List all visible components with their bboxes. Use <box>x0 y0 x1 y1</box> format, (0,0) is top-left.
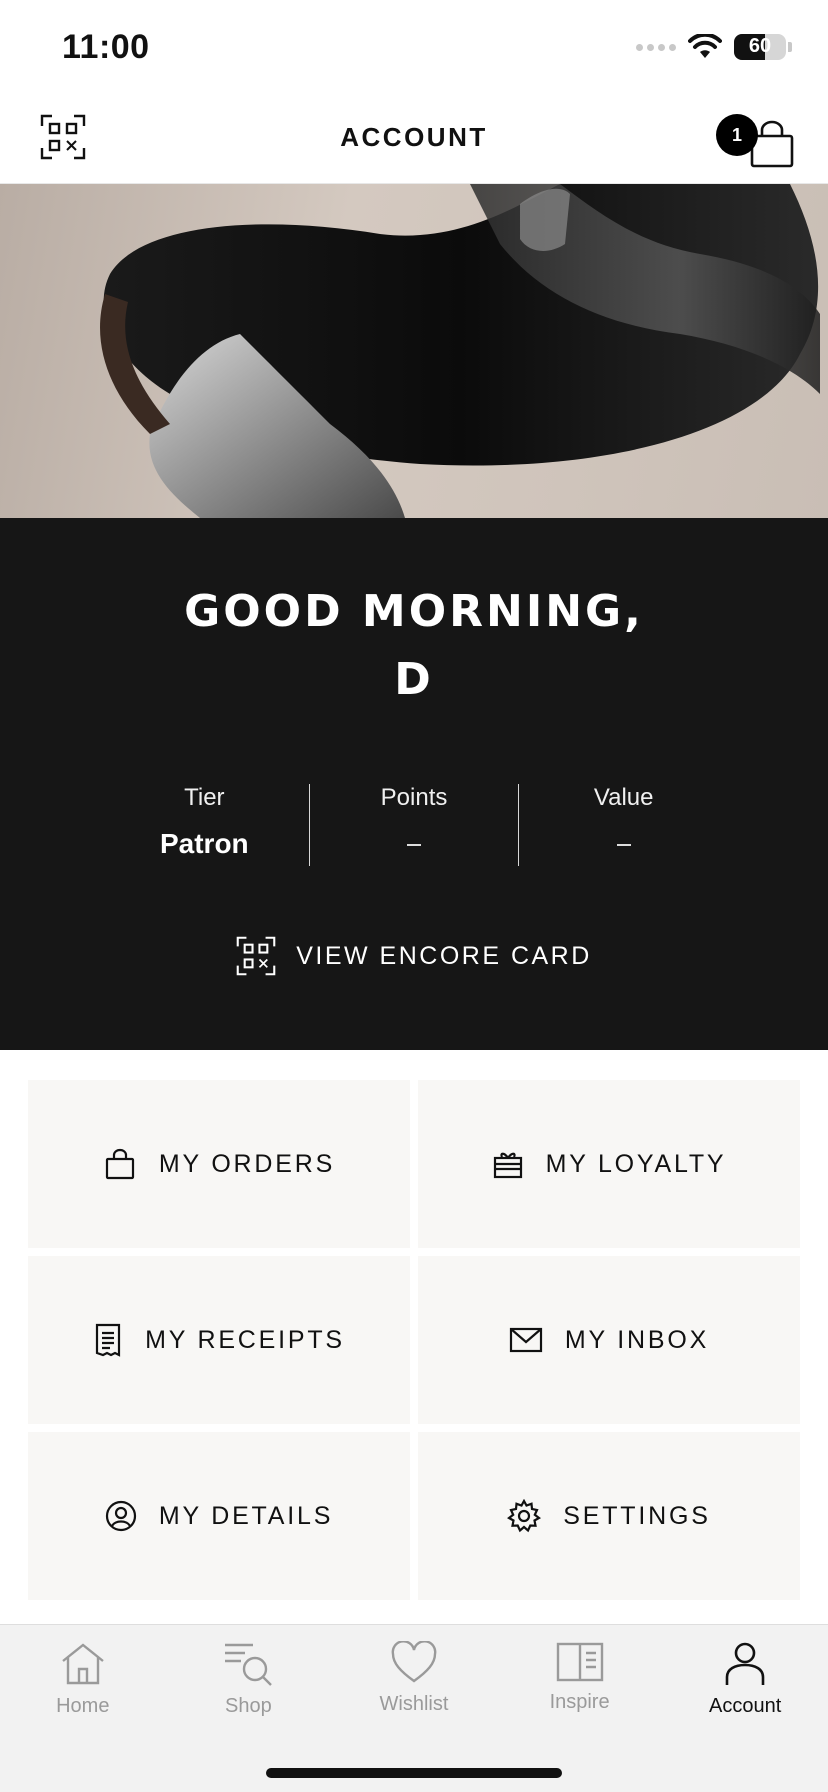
tile-label: MY RECEIPTS <box>145 1325 345 1354</box>
status-bar: 11:00 60 <box>0 0 828 92</box>
home-indicator <box>266 1768 562 1778</box>
stat-points: Points <box>308 784 519 866</box>
account-menu-grid: MY ORDERS MY LOYALTY MY RECEIPTS MY INBO… <box>28 1080 800 1600</box>
heart-icon <box>391 1641 437 1683</box>
my-orders-tile[interactable]: MY ORDERS <box>28 1080 410 1248</box>
stat-label: Tier <box>184 784 225 811</box>
home-icon <box>62 1643 104 1685</box>
status-indicators: 60 <box>636 34 792 60</box>
stat-label: Value <box>593 784 654 811</box>
loyalty-stats: Tier Patron Points Value <box>100 784 728 866</box>
settings-tile[interactable]: SETTINGS <box>418 1432 800 1600</box>
greeting-name: D <box>394 654 434 705</box>
battery-icon: 60 <box>734 34 786 60</box>
bottom-tab-bar: Home Shop Wishlist Inspire Account <box>0 1624 828 1792</box>
gear-icon <box>507 1499 542 1533</box>
my-loyalty-tile[interactable]: MY LOYALTY <box>418 1080 800 1248</box>
person-icon <box>725 1642 765 1685</box>
tab-shop[interactable]: Shop <box>166 1625 332 1745</box>
tile-label: MY ORDERS <box>158 1149 336 1178</box>
search-list-icon <box>225 1643 273 1686</box>
my-inbox-tile[interactable]: MY INBOX <box>418 1256 800 1424</box>
book-icon <box>556 1642 603 1682</box>
bag-icon <box>105 1148 135 1180</box>
tile-label: MY INBOX <box>564 1325 710 1354</box>
stat-value-amount: Value <box>518 784 728 866</box>
tab-inspire[interactable]: Inspire <box>497 1625 663 1745</box>
wifi-icon <box>688 34 722 58</box>
shopping-bag-button[interactable]: 1 <box>716 106 796 170</box>
tab-label: Account <box>709 1695 782 1717</box>
greeting-panel: GOOD MORNING, D Tier Patron Points Value… <box>0 518 828 1050</box>
my-details-tile[interactable]: MY DETAILS <box>28 1432 410 1600</box>
user-circle-icon <box>105 1500 136 1532</box>
my-receipts-tile[interactable]: MY RECEIPTS <box>28 1256 410 1424</box>
app-header: ACCOUNT 1 <box>0 92 828 184</box>
qr-code-icon <box>236 936 276 976</box>
receipt-icon <box>95 1323 121 1357</box>
greeting-heading: GOOD MORNING, D <box>0 578 828 714</box>
stat-tier: Tier Patron <box>100 784 309 866</box>
stat-empty-value <box>616 844 631 846</box>
stat-value: Patron <box>159 828 249 859</box>
tile-label: MY DETAILS <box>158 1501 334 1530</box>
tab-label: Inspire <box>549 1691 610 1713</box>
stat-empty-value <box>407 844 421 846</box>
stat-label: Points <box>380 784 448 811</box>
cellular-signal-icon <box>636 43 676 51</box>
tile-label: MY LOYALTY <box>545 1149 727 1178</box>
gift-icon <box>493 1152 522 1179</box>
tab-label: Shop <box>225 1695 272 1717</box>
tab-wishlist[interactable]: Wishlist <box>331 1625 497 1745</box>
encore-card-label: VIEW ENCORE CARD <box>296 941 592 970</box>
tab-label: Wishlist <box>379 1693 449 1715</box>
tab-account[interactable]: Account <box>662 1625 828 1745</box>
bag-count-badge: 1 <box>716 114 758 156</box>
greeting-line: GOOD MORNING, <box>184 586 644 637</box>
tile-label: SETTINGS <box>563 1501 711 1530</box>
view-encore-card-button[interactable]: VIEW ENCORE CARD <box>0 936 828 976</box>
status-time: 11:00 <box>62 28 150 66</box>
hero-image <box>0 184 828 518</box>
tab-home[interactable]: Home <box>0 1625 166 1745</box>
page-title: ACCOUNT <box>340 122 488 152</box>
envelope-icon <box>509 1327 542 1353</box>
battery-percent: 60 <box>748 35 772 57</box>
tab-label: Home <box>56 1695 110 1717</box>
